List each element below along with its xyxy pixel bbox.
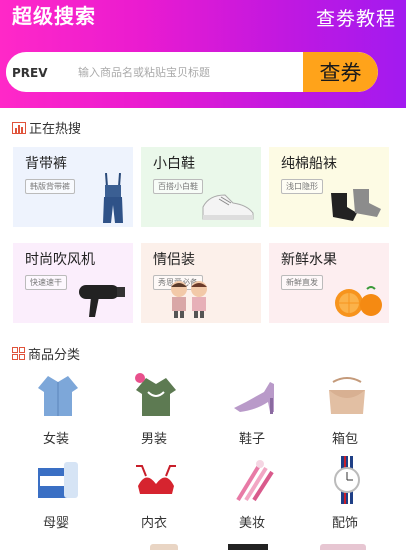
search-button[interactable]: 查券 [303,52,378,92]
categories-heading: 商品分类 [12,344,80,363]
category-row-partial [0,540,406,550]
search-input[interactable] [76,60,305,86]
card-tag: 韩版背带裤 [25,179,75,194]
hot-card-socks[interactable]: 纯棉船袜 浅口隐形 [269,147,389,227]
category-label: 箱包 [331,432,358,447]
category-shoes[interactable]: 鞋子 [202,372,302,452]
hot-card-fresh-fruit[interactable]: 新鲜水果 新鲜直发 [269,243,389,323]
men-clothing-icon [135,373,176,416]
category-label: 配饰 [331,516,358,531]
card-title: 背带裤 [25,156,67,172]
category-underwear[interactable]: 内衣 [104,456,204,536]
hot-card-hairdryer[interactable]: 时尚吹风机 快速速干 [13,243,133,323]
category-label: 女装 [42,432,69,447]
hot-search-title: 正在热搜 [29,122,82,137]
prev-button[interactable]: PREV [6,62,54,84]
bar-chart-icon [12,121,26,134]
card-title: 小白鞋 [153,156,195,172]
categories-title: 商品分类 [28,348,81,363]
header-banner: 超级搜索 查劵教程 PREV 查券 [0,0,406,108]
brand-title: 超级搜索 [12,4,96,28]
bra-icon [136,465,176,494]
category-accessories[interactable]: 配饰 [295,456,395,536]
socks-image [331,189,381,221]
category-label: 母婴 [42,516,69,531]
search-bar: PREV 查券 [6,52,378,92]
card-title: 时尚吹风机 [25,252,95,268]
category-label: 鞋子 [238,432,265,447]
baby-products-icon [38,462,78,498]
hot-search-heading: 正在热搜 [12,118,81,137]
couple-image [171,281,207,318]
overalls-image [103,173,123,223]
card-tag: 百搭小白鞋 [153,179,203,194]
category-bags[interactable]: 箱包 [295,372,395,452]
card-tag: 浅口隐形 [281,179,323,194]
sneaker-image [202,194,254,220]
category-makeup[interactable]: 美妆 [202,456,302,536]
card-title: 新鲜水果 [281,252,337,268]
women-clothing-icon [38,376,78,416]
makeup-brushes-icon [236,460,274,502]
hot-card-overalls[interactable]: 背带裤 韩版背带裤 [13,147,133,227]
card-tag: 快速速干 [25,275,67,290]
watch-icon [334,456,360,504]
category-label: 美妆 [238,516,265,531]
hot-card-white-sneakers[interactable]: 小白鞋 百搭小白鞋 [141,147,261,227]
grid-icon [12,347,25,360]
category-women[interactable]: 女装 [6,372,106,452]
hairdryer-image [79,285,125,317]
category-label: 男装 [140,432,167,447]
category-men[interactable]: 男装 [104,372,204,452]
orange-image [335,286,382,317]
high-heel-icon [234,382,274,414]
card-tag: 新鲜直发 [281,275,323,290]
card-title: 情侣装 [153,252,195,268]
category-baby[interactable]: 母婴 [6,456,106,536]
card-title: 纯棉船袜 [281,156,337,172]
tutorial-link[interactable]: 查劵教程 [316,4,396,31]
handbag-icon [329,377,365,414]
hot-card-couple-wear[interactable]: 情侣装 秀恩爱必备 [141,243,261,323]
category-label: 内衣 [140,516,167,531]
